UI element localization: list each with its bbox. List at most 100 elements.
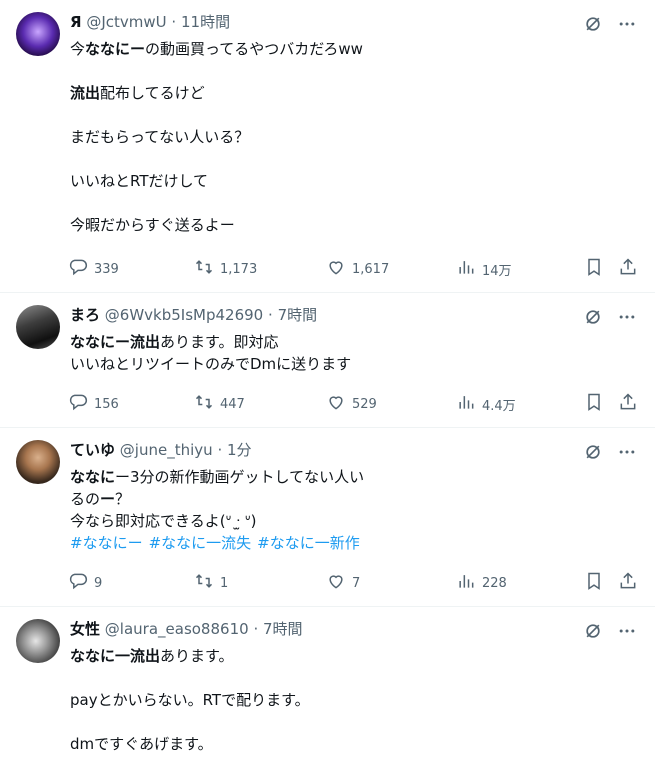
text-span: ー3分の新作動画ゲットしてない人い	[115, 468, 365, 486]
tweet-line: payとかいらない。RTで配ります。	[70, 689, 310, 711]
grok-icon[interactable]	[583, 442, 603, 466]
text-span: いいねとRTだけして	[70, 172, 209, 190]
avatar[interactable]	[16, 619, 60, 663]
text-span: の動画買ってるやつバカだろww	[145, 40, 363, 58]
like-icon	[326, 392, 346, 416]
hashtag-link[interactable]: #ななにー	[70, 534, 143, 552]
grok-icon[interactable]	[583, 14, 603, 38]
text-span: いいねとリツイートのみでDmに送ります	[70, 355, 352, 373]
bookmark-icon	[584, 392, 604, 416]
avatar[interactable]	[16, 12, 60, 56]
like-icon	[326, 257, 346, 281]
timestamp[interactable]: 7時間	[278, 306, 318, 324]
tweet-line: ななに一流出あります。	[70, 645, 310, 667]
timestamp[interactable]: 11時間	[181, 13, 230, 31]
share-icon	[618, 392, 638, 416]
timestamp[interactable]: 1分	[227, 441, 252, 459]
like-button[interactable]: 529	[326, 394, 377, 414]
like-icon	[326, 571, 346, 595]
retweet-button[interactable]: 447	[194, 394, 245, 414]
reply-icon	[68, 257, 88, 281]
reply-icon	[68, 392, 88, 416]
views-button[interactable]: 228	[456, 573, 507, 593]
retweet-icon	[194, 257, 214, 281]
handle[interactable]: @6Wvkb5IsMp42690	[105, 306, 263, 324]
text-span: dmですぐあげます。	[70, 735, 213, 753]
retweet-button[interactable]: 1	[194, 573, 228, 593]
text-span: 配布してるけど	[100, 84, 205, 102]
tweet-actions: 9 1 7 228	[68, 571, 640, 595]
reply-button[interactable]: 156	[68, 394, 119, 414]
tweet-actions: 339 1,173 1,617 14万	[68, 257, 640, 281]
views-count: 4.4万	[482, 398, 516, 414]
views-button[interactable]: 14万	[456, 259, 512, 279]
tweet-header: Я @JctvmwU · 11時間	[70, 13, 231, 31]
tweet-top-icons	[583, 442, 637, 466]
share-button[interactable]	[618, 392, 638, 416]
views-button[interactable]: 4.4万	[456, 394, 516, 414]
tweet[interactable]: Я @JctvmwU · 11時間 今ななにーの動画買ってるやつバカだろww 流出…	[0, 0, 655, 293]
avatar[interactable]	[16, 305, 60, 349]
tweet-text: 今ななにーの動画買ってるやつバカだろww 流出配布してるけど まだもらってない人いる…	[70, 38, 363, 236]
bookmark-icon	[584, 571, 604, 595]
share-icon	[618, 257, 638, 281]
bookmark-button[interactable]	[584, 392, 604, 416]
more-icon[interactable]	[617, 307, 637, 331]
display-name[interactable]: Я	[70, 13, 82, 31]
tweet[interactable]: ていゆ @june_thiyu · 1分 ななにー3分の新作動画ゲットしてない人…	[0, 428, 655, 607]
tweet-line: いいねとRTだけして	[70, 170, 363, 192]
reply-count: 9	[94, 575, 103, 591]
tweet-line: 流出配布してるけど	[70, 82, 363, 104]
retweet-count: 1	[220, 575, 229, 591]
tweet[interactable]: まろ @6Wvkb5IsMp42690 · 7時間 ななにー流出あります。即対応…	[0, 293, 655, 428]
handle[interactable]: @june_thiyu	[120, 441, 213, 459]
share-button[interactable]	[618, 257, 638, 281]
grok-icon[interactable]	[583, 307, 603, 331]
text-span: るの	[70, 490, 101, 508]
grok-icon[interactable]	[583, 621, 603, 645]
retweet-button[interactable]: 1,173	[194, 259, 257, 279]
like-button[interactable]: 7	[326, 573, 360, 593]
retweet-icon	[194, 571, 214, 595]
bold-text: ななに	[70, 468, 116, 486]
tweet-line: 今ななにーの動画買ってるやつバカだろww	[70, 38, 363, 60]
more-icon[interactable]	[617, 621, 637, 645]
bold-text: ななにー流出	[70, 333, 161, 351]
tweet-line: ななにー3分の新作動画ゲットしてない人い	[70, 466, 366, 488]
handle[interactable]: @JctvmwU	[86, 13, 166, 31]
views-icon	[456, 257, 476, 281]
tweet-line: 今暇だからすぐ送るよー	[70, 214, 363, 236]
like-count: 529	[352, 396, 377, 412]
timestamp[interactable]: 7時間	[263, 620, 303, 638]
display-name[interactable]: ていゆ	[70, 441, 115, 459]
more-icon[interactable]	[617, 14, 637, 38]
bookmark-button[interactable]	[584, 571, 604, 595]
share-button[interactable]	[618, 572, 638, 593]
bold-text: ー	[100, 490, 116, 508]
bold-text: ななに一流出	[70, 647, 161, 665]
like-button[interactable]: 1,617	[326, 259, 389, 279]
hashtag-link[interactable]: #ななに一新作	[257, 534, 360, 552]
tweet-line: ななにー流出あります。即対応	[70, 331, 351, 353]
display-name[interactable]: まろ	[70, 306, 100, 324]
retweet-icon	[194, 392, 214, 416]
more-icon[interactable]	[617, 442, 637, 466]
tweet[interactable]: 女性 @laura_easo88610 · 7時間 ななに一流出あります。 pay…	[0, 607, 655, 758]
hashtag-link[interactable]: #ななに一流失	[149, 534, 252, 552]
tweet-line: るのー？	[70, 488, 366, 510]
avatar[interactable]	[16, 440, 60, 484]
retweet-count: 1,173	[220, 261, 258, 277]
text-span: 今なら即対応できるよ(ᐡ ᐧ̫ ᐡ)	[70, 512, 257, 530]
bookmark-button[interactable]	[584, 258, 604, 279]
like-count: 1,617	[352, 261, 390, 277]
reply-button[interactable]: 339	[68, 259, 119, 279]
bold-text: ななにー	[85, 40, 146, 58]
handle[interactable]: @laura_easo88610	[105, 620, 249, 638]
reply-count: 339	[94, 261, 119, 277]
reply-button[interactable]: 9	[68, 573, 102, 593]
display-name[interactable]: 女性	[70, 620, 100, 638]
text-span: 今暇だからすぐ送るよー	[70, 216, 235, 234]
